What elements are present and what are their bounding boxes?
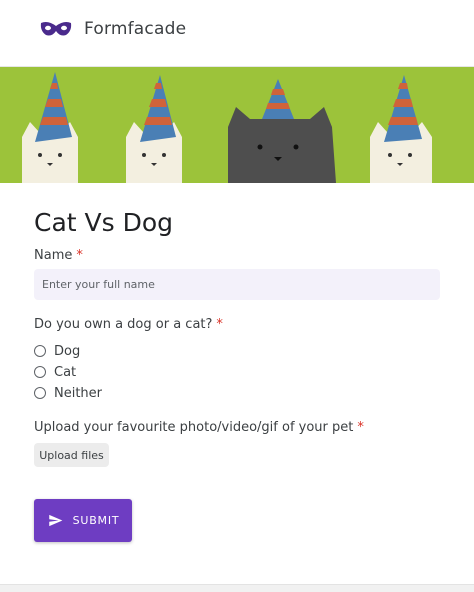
radio-label: Cat	[54, 364, 77, 380]
question-text: Name	[34, 248, 73, 263]
send-icon	[48, 514, 62, 527]
required-asterisk: *	[76, 248, 83, 263]
cats-banner-illustration	[0, 67, 474, 183]
upload-files-button[interactable]: Upload files	[34, 443, 109, 467]
radio-option-cat[interactable]: Cat	[34, 363, 76, 381]
radio-button-icon[interactable]	[34, 366, 46, 378]
app-header: Formfacade	[0, 0, 474, 67]
question-label-name: Name *	[34, 248, 83, 263]
name-input[interactable]	[34, 269, 440, 300]
radio-option-dog[interactable]: Dog	[34, 342, 80, 360]
question-label-upload: Upload your favourite photo/video/gif of…	[34, 420, 364, 435]
question-text: Upload your favourite photo/video/gif of…	[34, 420, 354, 435]
radio-button-icon[interactable]	[34, 345, 46, 357]
brand-name[interactable]: Formfacade	[84, 19, 186, 39]
required-asterisk: *	[216, 317, 223, 332]
radio-button-icon[interactable]	[34, 387, 46, 399]
submit-button[interactable]: SUBMIT	[34, 499, 132, 542]
radio-label: Dog	[54, 343, 81, 359]
radio-label: Neither	[54, 385, 103, 401]
banner-image	[0, 67, 474, 183]
submit-label: SUBMIT	[72, 514, 120, 527]
question-text: Do you own a dog or a cat?	[34, 317, 213, 332]
required-asterisk: *	[357, 420, 364, 435]
mask-logo-icon[interactable]	[38, 19, 74, 39]
question-label-pet: Do you own a dog or a cat? *	[34, 317, 223, 332]
form-title: Cat Vs Dog	[34, 208, 174, 237]
radio-option-neither[interactable]: Neither	[34, 384, 102, 402]
